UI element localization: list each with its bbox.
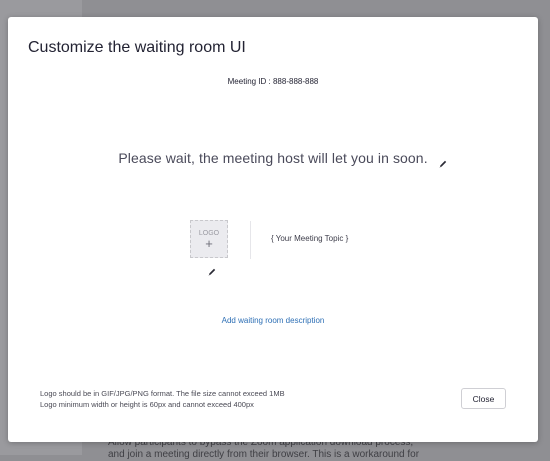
waiting-message: Please wait, the meeting host will let y… (118, 150, 428, 166)
logo-format-note: Logo should be in GIF/JPG/PNG format. Th… (40, 389, 285, 398)
plus-icon: + (205, 236, 213, 251)
pencil-icon (439, 160, 447, 168)
logo-upload-box[interactable]: LOGO + (190, 220, 228, 258)
edit-logo-pencil-icon[interactable] (207, 263, 217, 281)
pencil-icon (208, 268, 216, 276)
add-description-link[interactable]: Add waiting room description (8, 316, 538, 325)
edit-message-pencil-icon[interactable] (438, 155, 448, 173)
logo-size-note: Logo minimum width or height is 60px and… (40, 400, 254, 409)
customize-waiting-room-dialog: Customize the waiting room UI Meeting ID… (8, 17, 538, 442)
dialog-title: Customize the waiting room UI (28, 39, 246, 56)
meeting-topic: { Your Meeting Topic } (271, 234, 349, 243)
divider (250, 221, 251, 259)
meeting-id: Meeting ID : 888-888-888 (227, 77, 319, 86)
logo-requirements-note: Logo should be in GIF/JPG/PNG format. Th… (40, 388, 420, 410)
close-button[interactable]: Close (461, 388, 506, 409)
